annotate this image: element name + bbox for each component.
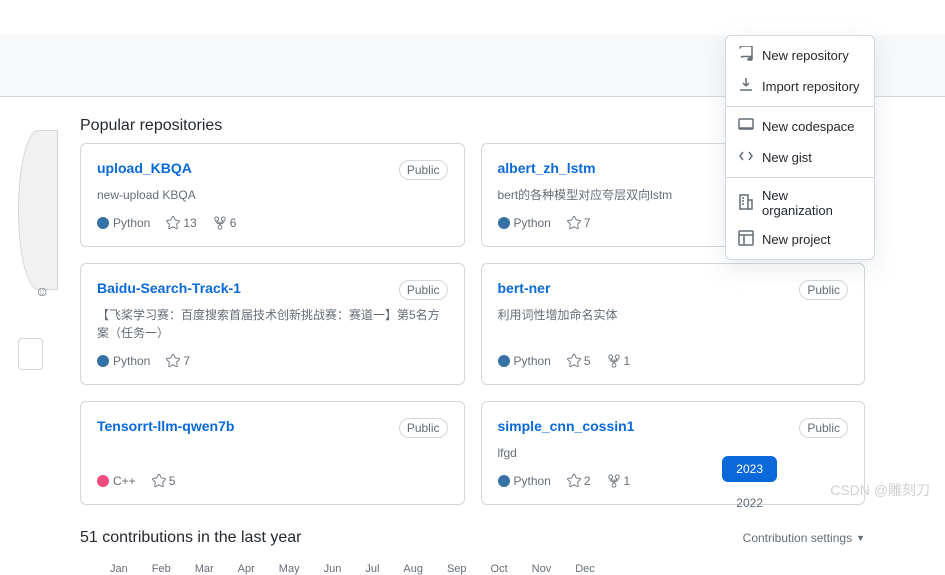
menu-divider	[726, 106, 874, 107]
repo-description: 【飞桨学习赛：百度搜索首届技术创新挑战赛：赛道一】第5名方案（任务一）	[97, 306, 448, 342]
fork-count[interactable]: 1	[607, 354, 631, 368]
org-icon	[738, 194, 754, 213]
month-label: Aug	[403, 563, 423, 575]
visibility-badge: Public	[399, 418, 448, 438]
month-label: Jul	[365, 563, 379, 575]
avatar[interactable]	[18, 130, 58, 290]
repo-language: Python	[498, 216, 551, 230]
star-count[interactable]: 5	[567, 354, 591, 368]
year-filter[interactable]: 2022	[722, 490, 777, 516]
repo-name-link[interactable]: Baidu-Search-Track-1	[97, 280, 241, 296]
month-label: Jun	[324, 563, 342, 575]
month-label: May	[279, 563, 300, 575]
repo-card: simple_cnn_cossin1 Public lfgd Python 2 1	[481, 401, 866, 505]
repo-language: Python	[97, 216, 150, 230]
menu-item-label: New gist	[762, 150, 812, 165]
menu-item-label: New codespace	[762, 119, 855, 134]
repo-name-link[interactable]: simple_cnn_cossin1	[498, 418, 635, 434]
menu-item-label: New organization	[762, 188, 862, 218]
menu-item-label: New project	[762, 232, 831, 247]
visibility-badge: Public	[799, 418, 848, 438]
contributions-title: 51 contributions in the last year	[80, 529, 301, 547]
visibility-badge: Public	[799, 280, 848, 300]
menu-item-repo[interactable]: New repository	[726, 40, 874, 71]
month-label: Feb	[152, 563, 171, 575]
month-label: Sep	[447, 563, 467, 575]
repo-description: 利用词性增加命名实体	[498, 306, 849, 342]
create-new-menu: New repository Import repository New codes…	[725, 35, 875, 260]
month-label: Dec	[575, 563, 595, 575]
repo-language: Python	[97, 354, 150, 368]
menu-item-label: New repository	[762, 48, 849, 63]
import-icon	[738, 77, 754, 96]
codespace-icon	[738, 117, 754, 136]
watermark: CSDN @雕刻刀	[830, 480, 930, 500]
contribution-settings-button[interactable]: Contribution settings▼	[743, 531, 865, 545]
gist-icon	[738, 148, 754, 167]
reaction-icon[interactable]: ☺	[35, 283, 51, 299]
star-count[interactable]: 7	[166, 354, 190, 368]
repo-language: Python	[498, 474, 551, 488]
star-count[interactable]: 5	[152, 474, 176, 488]
year-filter[interactable]: 2023	[722, 456, 777, 482]
repo-language: C++	[97, 474, 136, 488]
fork-count[interactable]: 1	[607, 474, 631, 488]
popular-repos-title: Popular repositories	[80, 117, 222, 135]
menu-item-label: Import repository	[762, 79, 860, 94]
month-label: Oct	[491, 563, 508, 575]
star-count[interactable]: 2	[567, 474, 591, 488]
repo-card: bert-ner Public 利用词性增加命名实体 Python 5 1	[481, 263, 866, 385]
menu-item-project[interactable]: New project	[726, 224, 874, 255]
repo-description: new-upload KBQA	[97, 186, 448, 204]
menu-item-org[interactable]: New organization	[726, 182, 874, 224]
repo-language: Python	[498, 354, 551, 368]
repo-card: Tensorrt-llm-qwen7b Public C++ 5	[80, 401, 465, 505]
star-count[interactable]: 13	[166, 216, 196, 230]
chevron-down-icon: ▼	[856, 533, 865, 543]
star-count[interactable]: 7	[567, 216, 591, 230]
repo-name-link[interactable]: albert_zh_lstm	[498, 160, 596, 176]
repo-card: Baidu-Search-Track-1 Public 【飞桨学习赛：百度搜索首届技…	[80, 263, 465, 385]
repo-name-link[interactable]: bert-ner	[498, 280, 551, 296]
menu-divider	[726, 177, 874, 178]
menu-item-import[interactable]: Import repository	[726, 71, 874, 102]
month-label: Mar	[195, 563, 214, 575]
repo-description: lfgd	[498, 444, 849, 462]
repo-icon	[738, 46, 754, 65]
visibility-badge: Public	[399, 160, 448, 180]
repo-name-link[interactable]: Tensorrt-llm-qwen7b	[97, 418, 234, 434]
month-labels: Jan Feb Mar Apr May Jun Jul Aug Sep Oct Nov Dec	[80, 559, 865, 575]
repo-name-link[interactable]: upload_KBQA	[97, 160, 192, 176]
month-label: Apr	[238, 563, 255, 575]
menu-item-gist[interactable]: New gist	[726, 142, 874, 173]
visibility-badge: Public	[399, 280, 448, 300]
menu-item-codespace[interactable]: New codespace	[726, 111, 874, 142]
project-icon	[738, 230, 754, 249]
month-label: Jan	[110, 563, 128, 575]
month-label: Nov	[532, 563, 552, 575]
achievement-badge[interactable]	[18, 338, 43, 370]
fork-count[interactable]: 6	[213, 216, 237, 230]
repo-card: upload_KBQA Public new-upload KBQA Python 13…	[80, 143, 465, 247]
